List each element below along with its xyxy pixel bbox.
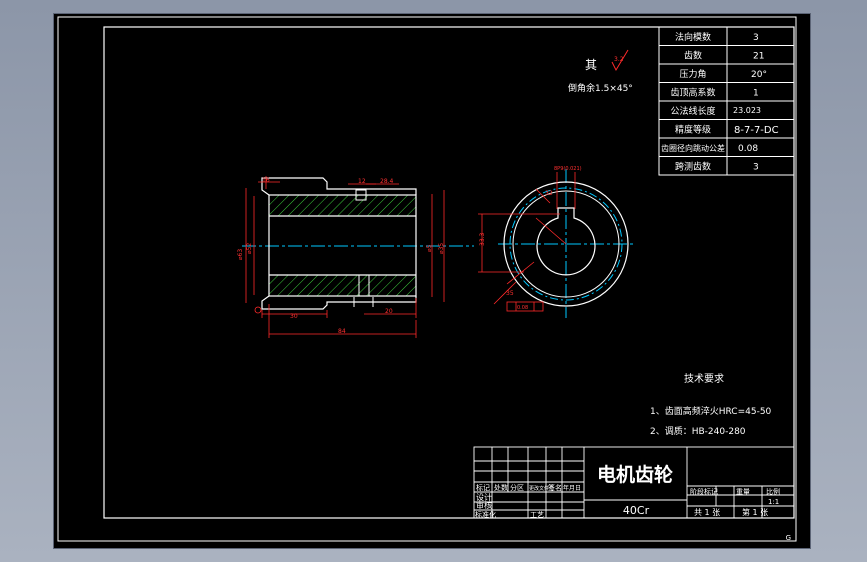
part-name: 电机齿轮 [597, 463, 673, 486]
param-value: 8-7-7-DC [734, 125, 779, 136]
cad-drawing: G 法向模数 3 齿数 21 压力角 20° 齿顶高系数 1 公法线长度 23.… [57, 16, 797, 542]
parameter-table: 法向模数 3 齿数 21 压力角 20° 齿顶高系数 1 公法线长度 23.02… [658, 26, 795, 176]
rev-header: 处数 [494, 483, 508, 492]
role-label: 审核 [476, 500, 492, 510]
front-view [498, 169, 636, 318]
sheet-total: 共 1 张 [694, 508, 720, 517]
param-value: 20° [751, 70, 767, 80]
param-value: 3 [753, 163, 759, 173]
param-value: 0.08 [738, 144, 758, 154]
sheet-num: 第 1 张 [742, 507, 768, 517]
stage-header: 比例 [766, 487, 780, 496]
param-label: 齿数 [684, 50, 702, 62]
corner-mark: G [786, 534, 791, 542]
material: 40Cr [623, 504, 650, 517]
stage-header: 重量 [736, 488, 750, 496]
param-value: 21 [753, 52, 764, 62]
dim-label: 32 [545, 190, 553, 197]
dim-label: 28.4 [380, 178, 394, 185]
rev-header: 分区 [510, 483, 524, 492]
param-label: 法向模数 [675, 31, 711, 43]
dim-label: 0.08 [517, 305, 528, 311]
tech-item: 1、齿面高频淬火HRC=45-50 [650, 405, 772, 417]
dim-label: 35 [506, 290, 514, 297]
technical-requirements: 技术要求 1、齿面高频淬火HRC=45-50 2、调质：HB-240-280 [650, 372, 772, 437]
rest-symbol: 其 [585, 58, 597, 72]
dim-label: ⌀63 [237, 249, 244, 260]
roughness-note: 其 3.2 倒角余1.5×45° [568, 49, 633, 94]
tech-item: 2、调质：HB-240-280 [650, 425, 746, 437]
scale: 1:1 [768, 498, 779, 506]
param-value: 23.023 [733, 106, 761, 115]
dim-label: 33.3 [479, 232, 486, 246]
dim-label: ⌀35 [438, 243, 445, 254]
rev-header: 年月日 [563, 484, 581, 492]
tech-title: 技术要求 [684, 372, 724, 385]
dim-label: 8P9(0.021) [554, 166, 582, 172]
dim-label: 84 [338, 328, 346, 335]
param-label: 齿顶高系数 [670, 87, 715, 99]
dim-label: 30 [290, 313, 298, 320]
dim-label: ⌀52 [246, 243, 253, 254]
front-dimensions [478, 172, 576, 312]
rev-header: 签名 [548, 483, 562, 492]
param-label: 齿圈径向跳动公差 [661, 143, 725, 153]
param-value: 3 [753, 33, 759, 43]
drawing-viewport[interactable]: G 法向模数 3 齿数 21 压力角 20° 齿顶高系数 1 公法线长度 23.… [54, 14, 810, 548]
rev-header: 标记 [476, 483, 490, 492]
param-label: 精度等级 [675, 124, 711, 136]
param-label: 公法线长度 [670, 105, 715, 117]
stage-header: 阶段标记 [690, 487, 718, 496]
param-value: 1 [753, 89, 759, 99]
param-label: 压力角 [679, 68, 706, 80]
role-label: 工艺 [530, 511, 544, 519]
chamfer-note: 倒角余1.5×45° [568, 82, 633, 94]
dim-label: 12 [358, 178, 366, 185]
role-label: 标准化 [475, 510, 496, 519]
dim-label: 20 [385, 308, 393, 315]
dim-label: 16 [262, 177, 270, 184]
dim-label: ⌀5 [426, 244, 433, 252]
param-label: 跨测齿数 [675, 161, 711, 173]
